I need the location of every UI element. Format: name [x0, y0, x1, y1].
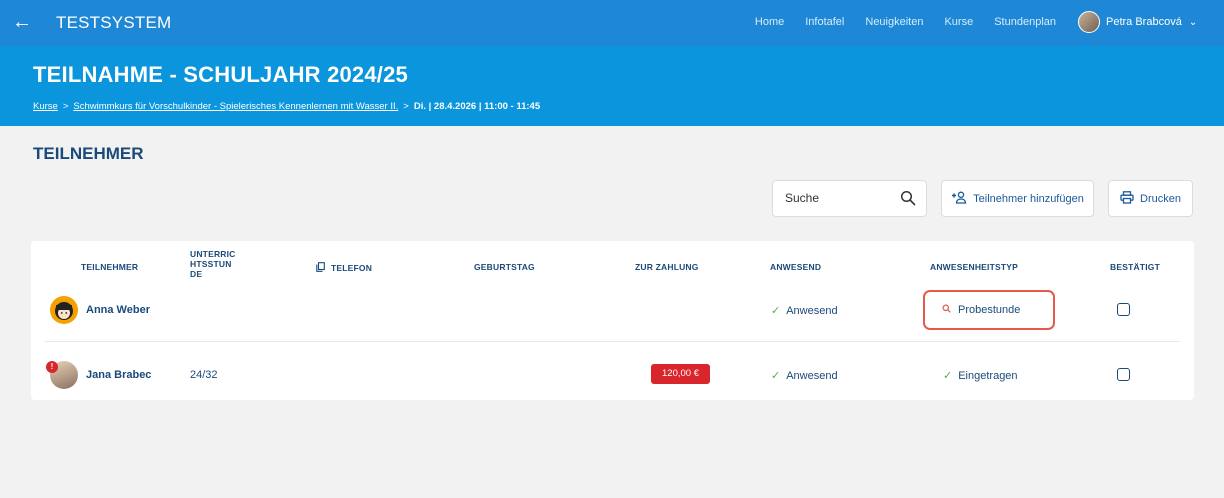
breadcrumb-separator: >	[403, 101, 409, 112]
user-avatar	[1078, 11, 1100, 33]
check-icon: ✓	[771, 305, 781, 317]
attendance-type-trial[interactable]: Probestunde	[923, 290, 1055, 330]
search-box[interactable]	[772, 180, 927, 217]
present-label: Anwesend	[786, 304, 838, 317]
print-button[interactable]: Drucken	[1108, 180, 1193, 217]
arrow-left-icon[interactable]: ←	[12, 11, 32, 33]
header-telefon-label: TELEFON	[331, 263, 373, 273]
header-zahlung[interactable]: ZUR ZAHLUNG	[635, 262, 699, 272]
chevron-down-icon: ⌄	[1188, 16, 1198, 28]
participant-name[interactable]: Jana Brabec	[86, 369, 151, 381]
main-nav: Home Infotafel Neuigkeiten Kurse Stunden…	[755, 16, 1056, 28]
alert-badge: !	[46, 361, 58, 373]
header-unterricht-line: DE	[190, 269, 203, 279]
nav-neuigkeiten[interactable]: Neuigkeiten	[865, 16, 923, 28]
participant-name[interactable]: Anna Weber	[86, 304, 150, 316]
breadcrumb-kurse[interactable]: Kurse	[33, 101, 58, 112]
page-title: TEILNAHME - SCHULJAHR 2024/25	[33, 62, 408, 87]
breadcrumb: Kurse > Schwimmkurs für Vorschulkinder -…	[33, 101, 540, 112]
print-label: Drucken	[1140, 192, 1181, 205]
search-input[interactable]	[785, 191, 895, 205]
printer-icon	[1120, 190, 1134, 207]
check-icon: ✓	[943, 370, 953, 382]
breadcrumb-current: Di. | 28.4.2026 | 11:00 - 11:45	[413, 101, 541, 112]
header-teilnehmer[interactable]: TEILNEHMER	[81, 262, 138, 272]
section-title: TEILNEHMER	[33, 144, 144, 163]
add-participant-button[interactable]: Teilnehmer hinzufügen	[941, 180, 1094, 217]
present-status[interactable]: ✓ Anwesend	[771, 304, 838, 318]
user-menu[interactable]: Petra Brabcová ⌄	[1078, 11, 1197, 33]
present-label: Anwesend	[786, 369, 838, 382]
present-status[interactable]: ✓ Anwesend	[771, 369, 838, 383]
breadcrumb-separator: >	[62, 101, 69, 112]
user-name: Petra Brabcová	[1106, 16, 1182, 28]
nav-infotafel[interactable]: Infotafel	[805, 16, 844, 28]
header-unterrichtsstunde[interactable]: UNTERRIC HTSSTUN DE	[190, 249, 236, 279]
header-bestaetigt[interactable]: BESTÄTIGT	[1110, 262, 1160, 272]
attendance-type[interactable]: ✓ Eingetragen	[943, 369, 1018, 383]
attendance-type-label: Eingetragen	[958, 369, 1018, 382]
top-bar: ← TESTSYSTEM Home Infotafel Neuigkeiten …	[0, 0, 1224, 46]
confirmed-checkbox[interactable]	[1117, 303, 1130, 316]
nav-stundenplan[interactable]: Stundenplan	[994, 16, 1056, 28]
header-anwesend[interactable]: ANWESEND	[770, 262, 821, 272]
add-participant-label: Teilnehmer hinzufügen	[973, 192, 1084, 205]
payment-badge[interactable]: 120,00 €	[651, 364, 710, 384]
search-icon	[942, 304, 951, 316]
header-unterricht-line: HTSSTUN	[190, 259, 232, 269]
row-divider	[45, 341, 1180, 342]
app-brand[interactable]: TESTSYSTEM	[56, 13, 171, 33]
header-geburtstag[interactable]: GEBURTSTAG	[474, 262, 535, 272]
attendance-type-label: Probestunde	[958, 304, 1021, 316]
header-telefon[interactable]: TELEFON	[316, 262, 372, 274]
lessons-count: 24/32	[190, 369, 218, 381]
header-anwesenheitstyp[interactable]: ANWESENHEITSTYP	[930, 262, 1018, 272]
search-icon[interactable]	[900, 190, 916, 211]
nav-kurse[interactable]: Kurse	[944, 16, 973, 28]
confirmed-checkbox[interactable]	[1117, 368, 1130, 381]
add-user-icon	[951, 191, 967, 207]
avatar[interactable]	[50, 296, 78, 324]
breadcrumb-course[interactable]: Schwimmkurs für Vorschulkinder - Spieler…	[73, 101, 398, 112]
nav-home[interactable]: Home	[755, 16, 784, 28]
copy-icon[interactable]	[316, 262, 325, 274]
check-icon: ✓	[771, 370, 781, 382]
page-header: TEILNAHME - SCHULJAHR 2024/25 Kurse > Sc…	[0, 46, 1224, 126]
header-unterricht-line: UNTERRIC	[190, 249, 236, 259]
